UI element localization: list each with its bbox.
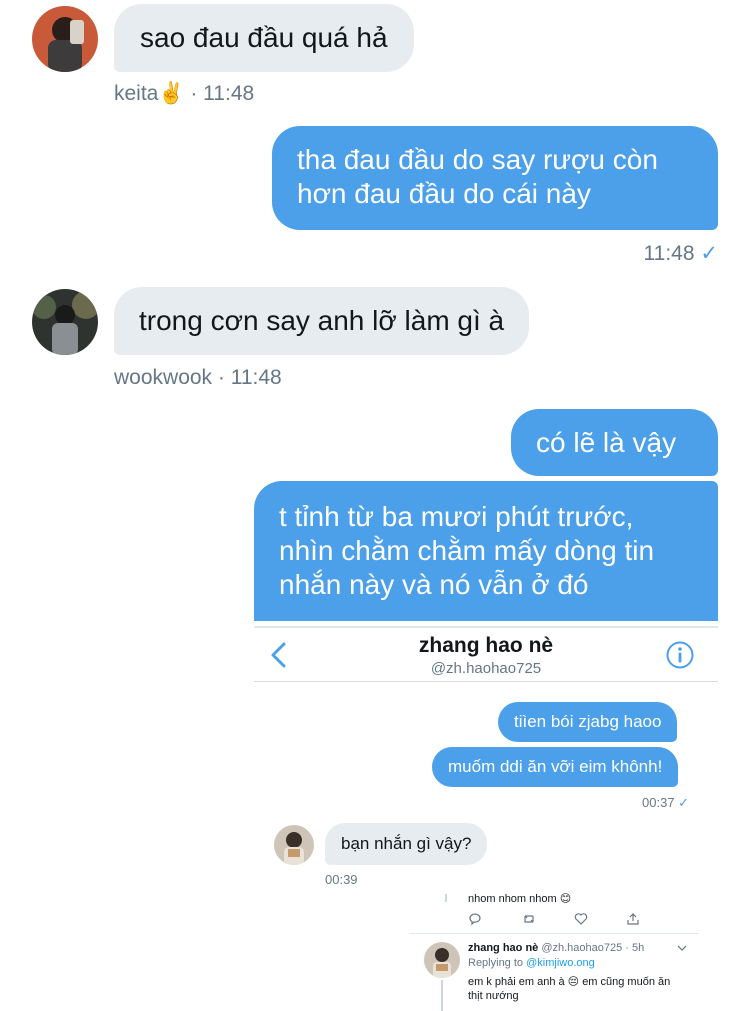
tweet-text-line: thịt nướng xyxy=(468,990,519,1002)
tweet-replying-to: Replying to @kimjiwo.ong xyxy=(468,957,595,969)
embed-message-incoming: bạn nhắn gì vậy? xyxy=(325,823,488,865)
sender-time: wookwook · 11:48 xyxy=(114,366,282,389)
message-text-line: nhắn này và nó vẫn ở đó xyxy=(279,569,589,600)
like-icon xyxy=(574,913,588,925)
message-text-line: tha đau đầu do say rượu còn xyxy=(297,144,658,175)
embed-message-time: 00:39 xyxy=(325,872,358,887)
embed-message-meta: 00:37 ✓ xyxy=(642,795,689,811)
chevron-down-icon xyxy=(677,945,687,951)
message-bubble-outgoing[interactable]: tha đau đầu do say rượu còn hơn đau đầu … xyxy=(272,126,718,230)
embed-message-text: muốm ddi ăn vỡi eim khônh! xyxy=(448,757,663,776)
message-text: có lẽ là vậy xyxy=(536,427,677,458)
reply-icon xyxy=(469,913,481,926)
tweet-author-name: zhang hao nè xyxy=(468,942,539,954)
replying-handle: @kimjiwo.ong xyxy=(526,957,595,969)
tweet-author-handle: @zh.haohao725 · 5h xyxy=(541,942,645,954)
tweet-header: zhang hao nè @zh.haohao725 · 5h xyxy=(468,942,644,954)
embed-contact-handle: @zh.haohao725 xyxy=(430,660,542,677)
thread-line xyxy=(445,894,447,902)
attached-screenshot[interactable]: zhang hao nè @zh.haohao725 tiìen bói zja… xyxy=(254,626,718,1011)
tweet-cut-text: nhom nhom nhom 😊 xyxy=(468,893,572,905)
message-bubble-incoming[interactable]: trong cơn say anh lỡ làm gì à xyxy=(114,287,530,355)
info-icon xyxy=(666,641,694,669)
message-bubble-outgoing[interactable]: có lẽ là vậy xyxy=(511,409,718,476)
embed-conversation-header: zhang hao nè @zh.haohao725 xyxy=(254,628,718,682)
message-text-line: hơn đau đầu do cái này xyxy=(297,178,591,209)
embed-message-outgoing: muốm ddi ăn vỡi eim khônh! xyxy=(432,747,679,787)
message-meta-wookwook: wookwook · 11:48 xyxy=(114,366,282,390)
embed-message-outgoing: tiìen bói zjabg haoo xyxy=(498,702,678,742)
message-text-line: t tỉnh từ ba mươi phút trước, xyxy=(279,501,634,532)
message-time: 11:48 xyxy=(643,242,695,265)
avatar-keita[interactable] xyxy=(32,6,98,72)
read-check-icon: ✓ xyxy=(678,795,690,810)
message-bubble-incoming[interactable]: sao đau đầu quá hả xyxy=(114,4,414,72)
message-text: sao đau đầu quá hả xyxy=(140,22,388,53)
divider xyxy=(409,933,699,934)
avatar-zhang-hao xyxy=(274,825,314,865)
avatar-tweet-author xyxy=(424,942,460,978)
message-meta-sent: 11:48 ✓ xyxy=(644,241,718,266)
embed-message-text: bạn nhắn gì vậy? xyxy=(341,834,472,853)
embed-message-text: tiìen bói zjabg haoo xyxy=(514,712,662,731)
message-bubble-outgoing[interactable]: t tỉnh từ ba mươi phút trước, nhìn chằm … xyxy=(254,481,718,621)
message-meta-keita: keita✌️ · 11:48 xyxy=(114,82,254,106)
thread-line xyxy=(441,980,443,1011)
victory-emoji: ✌️ xyxy=(158,82,185,105)
share-icon xyxy=(627,913,639,925)
embed-contact-name: zhang hao nè xyxy=(418,634,554,657)
message-time: · 11:48 xyxy=(190,82,255,105)
sender-name: keita xyxy=(114,82,159,105)
tweet-text-line: em k phải em anh à 😔 em cũng muốn ăn xyxy=(468,976,671,988)
avatar-wookwook[interactable] xyxy=(32,289,98,355)
read-check-icon: ✓ xyxy=(700,242,718,265)
embed-message-time: 00:37 xyxy=(642,795,675,810)
replying-label: Replying to xyxy=(468,957,524,969)
message-text-line: nhìn chằm chằm mấy dòng tin xyxy=(279,535,655,566)
message-text: trong cơn say anh lỡ làm gì à xyxy=(139,305,505,336)
retweet-icon xyxy=(524,915,534,923)
